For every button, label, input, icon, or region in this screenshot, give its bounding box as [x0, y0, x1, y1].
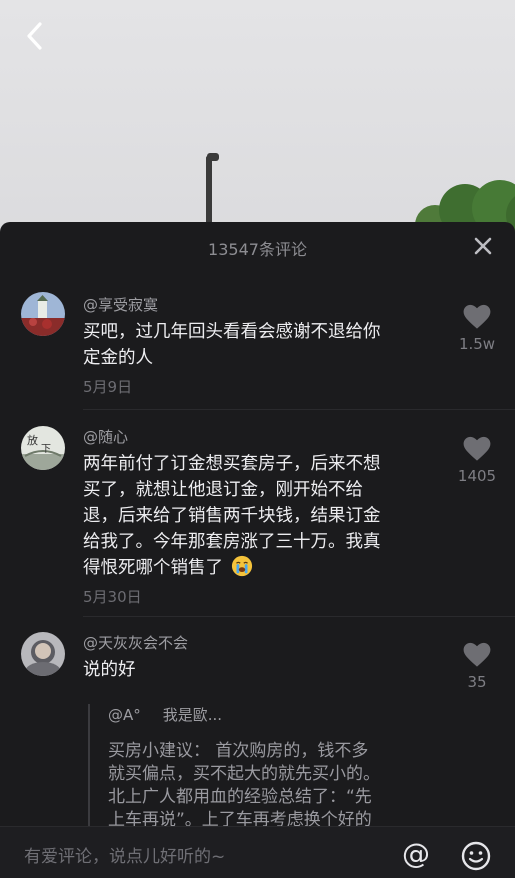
divider — [83, 409, 515, 410]
comment-username[interactable]: @天灰灰会不会 — [83, 632, 188, 653]
heart-icon — [463, 304, 491, 329]
comment-date: 5月9日 — [83, 378, 133, 396]
back-arrow-icon — [27, 22, 42, 50]
crying-emoji-icon — [231, 555, 252, 577]
comment-username[interactable]: @随心 — [83, 426, 128, 447]
comment-text: 买吧，过几年回头看看会感谢不退给你 定金的人 — [83, 322, 381, 368]
close-button[interactable] — [471, 234, 495, 258]
heart-icon — [463, 436, 491, 461]
svg-text:放: 放 — [27, 433, 38, 447]
like-button[interactable]: 35 — [455, 642, 499, 691]
comment-item: @享受寂寞 买吧，过几年回头看看会感谢不退给你 定金的人 5月9日 1.5w — [0, 292, 515, 412]
comment-input-bar: 有爱评论，说点儿好听的~ @ — [0, 826, 515, 878]
street-lamp-pole — [206, 156, 212, 226]
comment-date: 5月30日 — [83, 588, 142, 606]
heart-icon — [463, 642, 491, 667]
like-count: 35 — [467, 673, 487, 691]
like-button[interactable]: 1.5w — [455, 304, 499, 353]
mention-button[interactable]: @ — [398, 839, 434, 869]
comment-input[interactable]: 有爱评论，说点儿好听的~ — [24, 842, 354, 867]
like-count: 1405 — [457, 467, 497, 485]
comment-text: 说的好 — [83, 660, 136, 680]
emoji-button[interactable] — [460, 840, 492, 872]
reply-text: 买房小建议： 首次购房的，钱不多 就买偏点，买不起大的就先买小的。 北上广人都用… — [108, 741, 380, 830]
comment-username[interactable]: @享受寂寞 — [83, 294, 158, 315]
like-count: 1.5w — [458, 335, 496, 353]
comments-panel: 13547条评论 @享受寂寞 买吧，过几年回头看看会感谢不退给你 定金的人 5月 — [0, 222, 515, 877]
avatar[interactable]: 放 下 — [21, 426, 65, 470]
comment-item: 放 下 @随心 两年前付了订金想买套房子，后来不想 买了，就想让他退订金，刚开始… — [0, 424, 515, 624]
emoji-smile-icon — [461, 841, 491, 871]
svg-text:下: 下 — [41, 444, 51, 455]
comment-count: 13547条评论 — [208, 240, 307, 259]
divider — [83, 616, 515, 617]
like-button[interactable]: 1405 — [455, 436, 499, 485]
at-icon: @ — [402, 837, 430, 870]
back-button[interactable] — [20, 18, 50, 54]
comment-text: 两年前付了订金想买套房子，后来不想 买了，就想让他退订金，刚开始不给 退，后来给… — [83, 454, 381, 578]
reply-author[interactable]: @A° 我是歐... — [108, 704, 468, 726]
avatar[interactable] — [21, 632, 65, 676]
street-lamp-head — [207, 153, 219, 161]
close-icon — [474, 237, 492, 255]
avatar[interactable] — [21, 292, 65, 336]
nested-reply[interactable]: @A° 我是歐... 买房小建议： 首次购房的，钱不多 就买偏点，买不起大的就先买… — [88, 704, 468, 832]
comments-header: 13547条评论 — [0, 222, 515, 272]
